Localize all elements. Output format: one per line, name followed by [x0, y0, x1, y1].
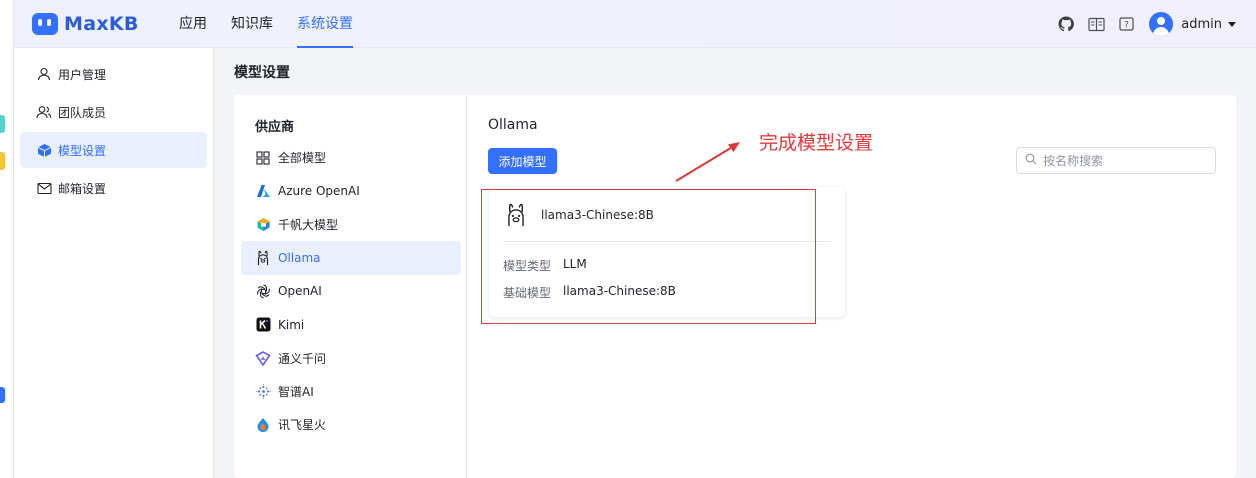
provider-item-all-models[interactable]: 全部模型: [241, 141, 461, 174]
llama-icon: [255, 250, 271, 266]
page-title: 模型设置: [234, 65, 290, 81]
provider-item-ollama[interactable]: Ollama: [241, 241, 461, 275]
user-icon: [36, 66, 52, 82]
sidebar-item-label: 团队成员: [58, 105, 107, 120]
tongyi-icon: [255, 350, 271, 366]
search-input[interactable]: [1043, 153, 1203, 168]
provider-label: Ollama: [278, 250, 321, 265]
edge-mark: [0, 115, 5, 133]
sidebar-item-mail-settings[interactable]: 邮箱设置: [20, 170, 207, 206]
sidebar-item-label: 用户管理: [58, 67, 107, 82]
edge-mark: [0, 387, 5, 403]
provider-item-openai[interactable]: OpenAI: [241, 275, 461, 308]
grid-icon: [255, 150, 271, 166]
nav-item-system-settings[interactable]: 系统设置: [297, 0, 353, 48]
top-nav: 应用 知识库 系统设置: [179, 0, 377, 48]
background-window-edge: [0, 0, 14, 478]
provider-item-kimi[interactable]: Kimi: [241, 308, 461, 341]
provider-label: 智谱AI: [278, 384, 314, 399]
github-icon[interactable]: [1057, 15, 1075, 33]
sidebar-item-team[interactable]: 团队成员: [20, 94, 207, 130]
provider-heading: 供应商: [255, 120, 295, 135]
sidebar-item-model-settings[interactable]: 模型设置: [20, 132, 207, 168]
qianfan-icon: [255, 216, 271, 232]
provider-column: 供应商 全部模型 Azure OpenAI 千帆大模型 Ollama OpenA…: [234, 95, 467, 478]
provider-title: Ollama: [488, 117, 538, 133]
kimi-icon: [255, 317, 271, 333]
mail-icon: [36, 180, 52, 196]
provider-item-qianfan[interactable]: 千帆大模型: [241, 208, 461, 241]
chevron-down-icon[interactable]: [1228, 21, 1236, 27]
provider-item-xunfei[interactable]: 讯飞星火: [241, 408, 461, 441]
settings-sidebar: 用户管理 团队成员 模型设置 邮箱设置: [14, 48, 214, 478]
cube-icon: [36, 142, 52, 158]
help-icon[interactable]: ?: [1117, 15, 1135, 33]
annotation-text: 完成模型设置: [759, 132, 874, 154]
provider-label: 千帆大模型: [278, 217, 339, 232]
nav-item-apps[interactable]: 应用: [179, 0, 207, 48]
logo[interactable]: MaxKB: [32, 11, 139, 37]
sidebar-item-label: 模型设置: [58, 143, 107, 158]
sidebar-item-users[interactable]: 用户管理: [20, 56, 207, 92]
add-model-button[interactable]: 添加模型: [488, 148, 557, 174]
annotation-highlight-box: [481, 189, 816, 324]
provider-label: 讯飞星火: [278, 418, 327, 433]
openai-icon: [255, 283, 271, 299]
provider-label: Kimi: [278, 317, 305, 332]
search-box[interactable]: [1016, 147, 1216, 174]
nav-item-knowledge[interactable]: 知识库: [231, 0, 273, 48]
provider-item-tongyi[interactable]: 通义千问: [241, 341, 461, 374]
book-icon[interactable]: [1087, 15, 1105, 33]
header-actions: ? admin: [1045, 0, 1236, 48]
search-icon: [1025, 153, 1037, 169]
user-name[interactable]: admin: [1181, 17, 1222, 32]
maxkb-logo-icon: [32, 13, 58, 35]
provider-label: 全部模型: [278, 151, 327, 166]
provider-label: Azure OpenAI: [278, 184, 360, 199]
provider-label: 通义千问: [278, 351, 327, 366]
top-header: MaxKB 应用 知识库 系统设置 ? admin: [14, 0, 1256, 48]
edge-mark: [0, 152, 5, 170]
provider-label: OpenAI: [278, 284, 322, 299]
svg-text:?: ?: [1124, 20, 1129, 30]
logo-text: MaxKB: [64, 13, 139, 35]
team-icon: [36, 104, 52, 120]
azure-icon: [255, 183, 271, 199]
zhipu-icon: [255, 383, 271, 399]
provider-item-zhipu[interactable]: 智谱AI: [241, 375, 461, 408]
xunfei-icon: [255, 417, 271, 433]
avatar[interactable]: [1149, 12, 1174, 36]
provider-item-azure-openai[interactable]: Azure OpenAI: [241, 174, 461, 207]
provider-list: 全部模型 Azure OpenAI 千帆大模型 Ollama OpenAI Ki…: [241, 141, 461, 442]
annotation-arrow-icon: [675, 142, 740, 182]
sidebar-item-label: 邮箱设置: [58, 181, 107, 196]
